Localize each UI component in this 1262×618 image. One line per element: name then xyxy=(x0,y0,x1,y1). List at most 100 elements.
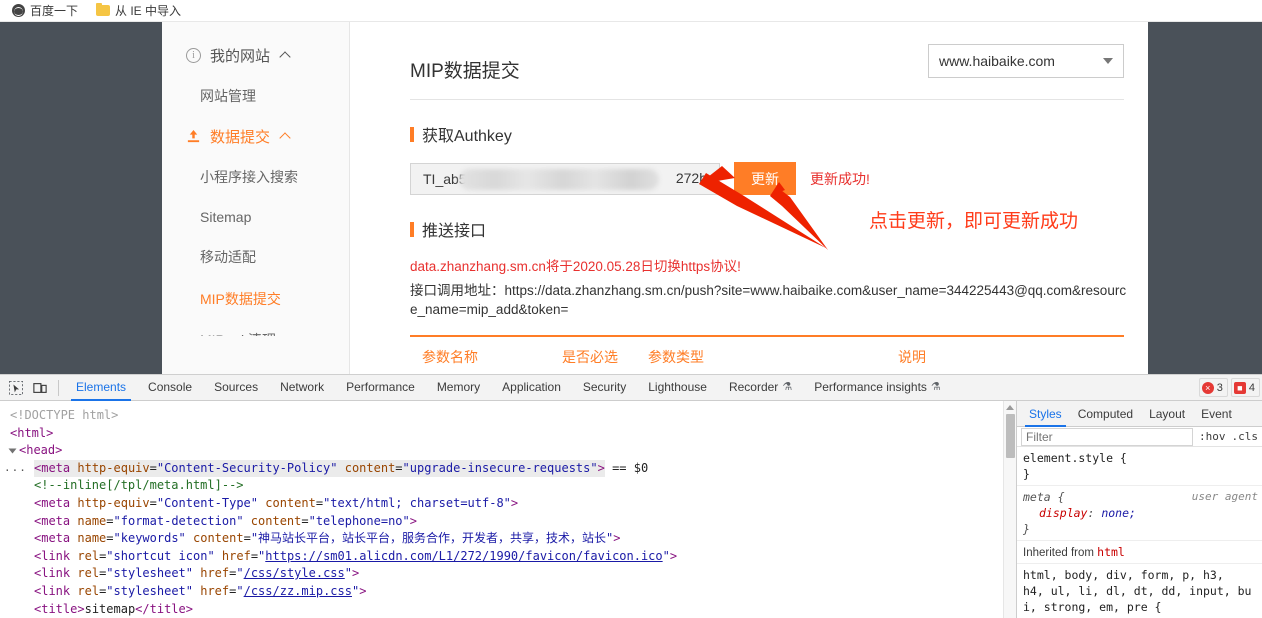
update-button[interactable]: 更新 xyxy=(734,162,796,195)
param-table-header: 参数名称 是否必选 参数类型 说明 xyxy=(410,337,1124,374)
sidebar-item-mobile-adaptation[interactable]: 移动适配 xyxy=(162,236,349,278)
sidebar-item-label: 网站管理 xyxy=(200,88,256,104)
inherited-from-row: Inherited from html xyxy=(1017,541,1262,564)
sidebar-item-sitemap[interactable]: Sitemap xyxy=(162,198,349,236)
sidebar-item-miniprogram-search[interactable]: 小程序接入搜索 xyxy=(162,156,349,198)
code-line[interactable]: <link rel="stylesheet" href="/css/zz.mip… xyxy=(0,583,1016,601)
tag-name: meta xyxy=(41,496,70,510)
styles-tab-styles[interactable]: Styles xyxy=(1021,401,1070,427)
tag-name: meta xyxy=(41,461,70,475)
rule-selector: element.style { xyxy=(1023,451,1127,465)
scroll-up-icon[interactable] xyxy=(1006,405,1014,410)
styles-filter-input[interactable] xyxy=(1021,428,1193,446)
expand-triangle-icon[interactable] xyxy=(9,449,17,454)
css-property-value[interactable]: none; xyxy=(1101,506,1136,520)
devtools-tab-performance-insights[interactable]: Performance insights ⚗ xyxy=(803,375,952,401)
code-line[interactable]: <meta name="format-detection" content="t… xyxy=(0,513,1016,531)
tab-label: Recorder xyxy=(729,378,778,396)
styles-tabs: Styles Computed Layout Event xyxy=(1017,401,1262,427)
devtools-body: <!DOCTYPE html> <html> <head> ···<meta h… xyxy=(0,401,1262,618)
bookmark-baidu[interactable]: 百度一下 xyxy=(6,1,84,20)
styles-pane: Styles Computed Layout Event :hov .cls e… xyxy=(1016,401,1262,618)
devtools-tab-sources[interactable]: Sources xyxy=(203,375,269,401)
devtools-status-badges: × 3 ■ 4 xyxy=(1199,378,1260,397)
elements-scrollbar[interactable] xyxy=(1003,401,1016,618)
main-content: MIP数据提交 www.haibaike.com 获取Authkey TI_ab… xyxy=(350,22,1148,374)
css-property-name[interactable]: display xyxy=(1039,506,1087,520)
inspect-element-icon[interactable] xyxy=(4,376,28,400)
chevron-up-icon xyxy=(279,51,290,62)
style-rule-inherited[interactable]: html, body, div, form, p, h3, h4, ul, li… xyxy=(1017,564,1262,618)
sidebar-group-my-sites[interactable]: i 我的网站 xyxy=(162,36,349,75)
tab-label: Performance insights xyxy=(814,378,927,396)
devtools-tab-lighthouse[interactable]: Lighthouse xyxy=(637,375,718,401)
code-line[interactable]: <head> xyxy=(0,442,1016,460)
api-url-text: 接口调用地址：https://data.zhanzhang.sm.cn/push… xyxy=(410,281,1128,319)
styles-tab-event-listeners[interactable]: Event xyxy=(1193,401,1240,427)
attr-name: name xyxy=(77,514,106,528)
code-line-selected[interactable]: ···<meta http-equiv="Content-Security-Po… xyxy=(0,460,1016,478)
stylesheet-link[interactable]: /css/style.css xyxy=(244,566,345,580)
device-toolbar-icon[interactable] xyxy=(28,376,52,400)
site-select[interactable]: www.haibaike.com xyxy=(928,44,1124,78)
tag-name: link xyxy=(41,549,70,563)
section-accent-bar xyxy=(410,127,414,142)
code-line[interactable]: <meta name="keywords" content="神马站长平台，站长… xyxy=(0,530,1016,548)
html-open-tag: <html> xyxy=(10,426,53,440)
code-line[interactable]: <title>sitemap</title> xyxy=(0,601,1016,618)
sidebar-group-label: 我的网站 xyxy=(210,45,270,66)
attr-value: "upgrade-insecure-requests" xyxy=(403,461,598,475)
sidebar-item-mip-data-submit[interactable]: MIP数据提交 xyxy=(162,278,349,320)
sidebar-item-label: MIP数据提交 xyxy=(200,291,281,307)
devtools-tab-elements[interactable]: Elements xyxy=(65,375,137,401)
authkey-input[interactable]: TI_ab5 272b xyxy=(410,163,720,195)
elements-tree[interactable]: <!DOCTYPE html> <html> <head> ···<meta h… xyxy=(0,401,1016,618)
cls-button[interactable]: .cls xyxy=(1232,430,1259,443)
flask-icon: ⚗ xyxy=(782,378,792,396)
attr-value: "keywords" xyxy=(114,531,186,545)
sidebar-item-label: Sitemap xyxy=(200,209,251,225)
hov-button[interactable]: :hov xyxy=(1199,430,1226,443)
styles-tab-layout[interactable]: Layout xyxy=(1141,401,1193,427)
scrollbar-thumb[interactable] xyxy=(1006,414,1015,458)
devtools-tab-application[interactable]: Application xyxy=(491,375,572,401)
code-line[interactable]: <!DOCTYPE html> xyxy=(0,407,1016,425)
devtools-tab-network[interactable]: Network xyxy=(269,375,335,401)
tab-label: Sources xyxy=(214,378,258,396)
attr-name: content xyxy=(345,461,396,475)
attr-value: "text/html; charset=utf-8" xyxy=(323,496,511,510)
attr-value: "stylesheet" xyxy=(106,566,193,580)
code-line[interactable]: <link rel="stylesheet" href="/css/style.… xyxy=(0,565,1016,583)
warning-badge[interactable]: ■ 4 xyxy=(1231,378,1260,397)
code-line[interactable]: <html> xyxy=(0,425,1016,443)
attr-name: href xyxy=(200,584,229,598)
attr-name: content xyxy=(265,496,316,510)
devtools-tab-recorder[interactable]: Recorder ⚗ xyxy=(718,375,803,401)
attr-value: "stylesheet" xyxy=(106,584,193,598)
attr-value: "format-detection" xyxy=(114,514,244,528)
devtools-tab-security[interactable]: Security xyxy=(572,375,637,401)
code-line[interactable]: <meta http-equiv="Content-Type" content=… xyxy=(0,495,1016,513)
sidebar-item-mip-url-clean[interactable]: MIP url 清理 xyxy=(162,320,349,336)
styles-tab-computed[interactable]: Computed xyxy=(1070,401,1141,427)
devtools-tab-performance[interactable]: Performance xyxy=(335,375,426,401)
bookmark-ie-import[interactable]: 从 IE 中导入 xyxy=(90,1,187,20)
sidebar-item-site-management[interactable]: 网站管理 xyxy=(162,75,349,117)
page-viewport: i 我的网站 网站管理 数据提交 小程序接入搜索 xyxy=(0,22,1262,374)
error-badge[interactable]: × 3 xyxy=(1199,378,1228,397)
tag-name: link xyxy=(41,566,70,580)
tab-label: Lighthouse xyxy=(648,378,707,396)
devtools-tab-console[interactable]: Console xyxy=(137,375,203,401)
style-rule-meta[interactable]: meta { display: none; }user agent xyxy=(1017,486,1262,541)
code-line[interactable]: <link rel="shortcut icon" href="https://… xyxy=(0,548,1016,566)
devtools-tab-memory[interactable]: Memory xyxy=(426,375,491,401)
stylesheet-link[interactable]: /css/zz.mip.css xyxy=(244,584,352,598)
tab-label: Application xyxy=(502,378,561,396)
sidebar-group-label: 数据提交 xyxy=(210,126,270,147)
tag-name: title xyxy=(41,602,77,616)
attr-value: "telephone=no" xyxy=(309,514,410,528)
favicon-link[interactable]: https://sm01.alicdn.com/L1/272/1990/favi… xyxy=(265,549,662,563)
code-line[interactable]: <!--inline[/tpl/meta.html]--> xyxy=(0,477,1016,495)
sidebar-group-data-submit[interactable]: 数据提交 xyxy=(162,117,349,156)
style-rule-element-style[interactable]: element.style { } xyxy=(1017,447,1262,486)
